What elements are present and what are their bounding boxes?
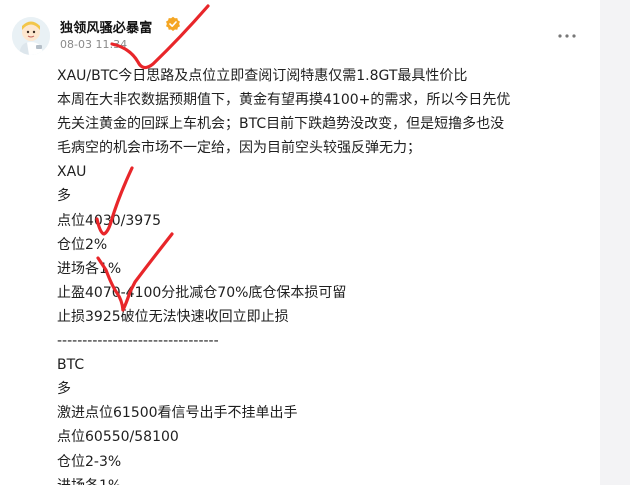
author-name[interactable]: 独领风骚必暴富 <box>60 17 152 36</box>
verified-badge-icon <box>166 16 180 31</box>
post-line-entry: 点位60550/58100 <box>57 429 179 446</box>
post-line-entry-size: 进场各1% <box>57 474 597 485</box>
post-line-position: 仓位2% <box>57 236 108 253</box>
post-line-paragraph: 先关注黄金的回踩上车机会；BTC目前下跌趋势没改变，但是短撸多也没 <box>57 116 505 133</box>
post-timestamp: 08-03 11:34 <box>60 38 128 51</box>
post-line-symbol: XAU <box>57 164 87 181</box>
post-line-title: XAU/BTC今日思路及点位立即查阅订阅特惠仅需1.8GT最具性价比 <box>57 68 468 84</box>
annotation-stroke-top <box>110 4 210 70</box>
avatar[interactable] <box>12 17 50 55</box>
post-line-entry-size: 进场各1% <box>57 260 122 277</box>
post-line-divider: -------------------------------- <box>57 333 219 350</box>
post-line-paragraph: 毛病空的机会市场不一定给，因为目前空头较强反弹无力； <box>57 140 421 157</box>
post-line-aggressive-entry: 激进点位61500看信号出手不挂单出手 <box>57 405 298 422</box>
avatar-cartoon-icon <box>12 17 50 55</box>
post-body: XAU/BTC今日思路及点位立即查阅订阅特惠仅需1.8GT最具性价比 本周在大非… <box>57 64 597 485</box>
post-line-symbol: BTC <box>57 357 85 374</box>
post-line-direction: 多 <box>57 381 71 398</box>
more-dots-icon[interactable] <box>556 26 578 46</box>
post-line-stop-loss: 止损3925破位无法快速收回立即止损 <box>57 308 289 325</box>
post-line-paragraph: 本周在大非农数据预期值下，黄金有望再摸4100+的需求，所以今日先优 <box>57 92 511 109</box>
post-line-position: 仓位2-3% <box>57 453 122 470</box>
post-card: 独领风骚必暴富 08-03 11:34 XAU/BTC今日思路及点位立即查阅订阅… <box>0 0 600 485</box>
post-line-direction: 多 <box>57 188 71 205</box>
post-line-entry: 点位4030/3975 <box>57 212 161 229</box>
post-line-take-profit: 止盈4070-4100分批减仓70%底仓保本损可留 <box>57 284 347 301</box>
